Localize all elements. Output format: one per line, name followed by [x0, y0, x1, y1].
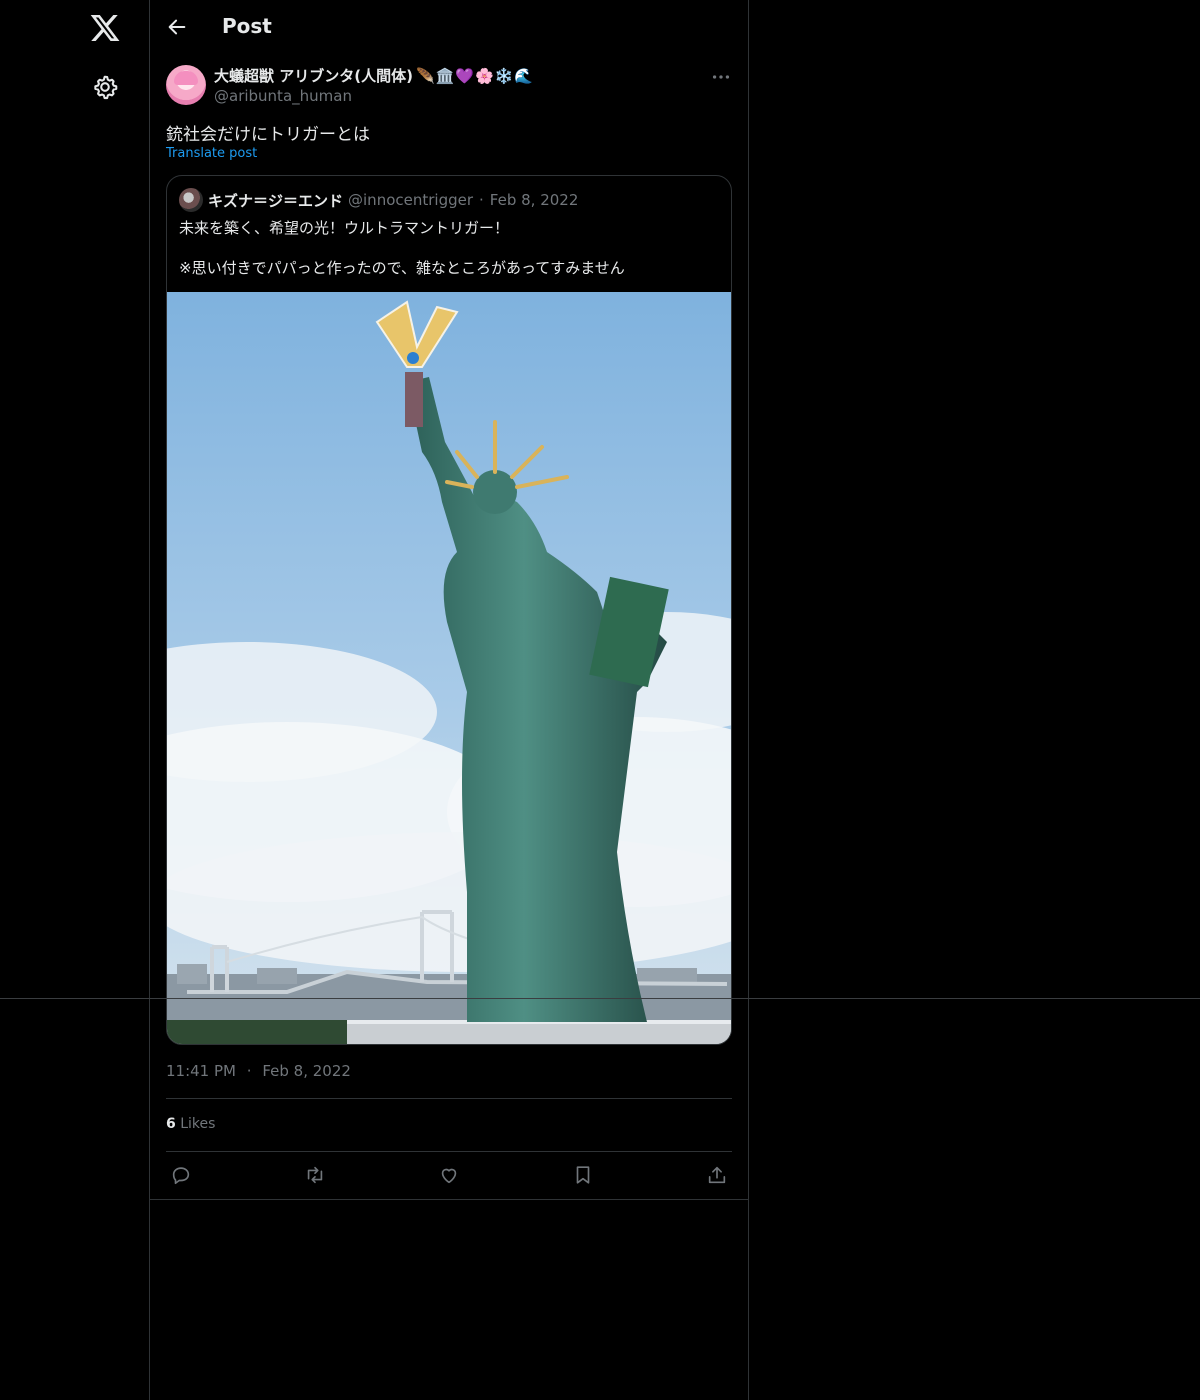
- quoted-avatar: [179, 188, 203, 212]
- avatar[interactable]: [166, 65, 206, 105]
- post-actions: [166, 1162, 732, 1188]
- quoted-display-name: キズナ＝ジ＝エンド: [208, 191, 344, 210]
- post-time: 11:41 PM: [166, 1062, 236, 1080]
- divider: [166, 1098, 732, 1099]
- arrow-left-icon[interactable]: [166, 16, 188, 38]
- translate-post-link[interactable]: Translate post: [166, 146, 257, 161]
- post-date: Feb 8, 2022: [262, 1062, 351, 1080]
- statue-photo[interactable]: [167, 292, 731, 1044]
- share-icon[interactable]: [706, 1164, 728, 1186]
- divider: [166, 1151, 732, 1152]
- likes-link[interactable]: 6 Likes: [166, 1116, 215, 1132]
- repost-icon[interactable]: [304, 1164, 326, 1186]
- author-display-name[interactable]: 大蟻超獣 アリブンタ(人間体): [214, 65, 413, 86]
- bookmark-icon[interactable]: [572, 1164, 594, 1186]
- post-timestamp[interactable]: 11:41 PM · Feb 8, 2022: [166, 1062, 351, 1080]
- author-name-emojis: 🪶🏛️💜🌸❄️🌊: [415, 66, 534, 85]
- quoted-date: Feb 8, 2022: [489, 191, 579, 209]
- quoted-post[interactable]: キズナ＝ジ＝エンド @innocentrigger · Feb 8, 2022 …: [166, 175, 732, 1045]
- separator-dot: ·: [479, 191, 484, 209]
- quoted-text-line: 未来を築く、希望の光！ウルトラマントリガー！: [179, 219, 510, 237]
- heart-icon[interactable]: [438, 1164, 460, 1186]
- left-nav: [0, 0, 150, 1400]
- more-horizontal-icon[interactable]: [710, 66, 732, 88]
- page-title: Post: [222, 14, 272, 38]
- likes-label: Likes: [180, 1116, 216, 1132]
- post-text: 銃社会だけにトリガーとは: [166, 125, 370, 145]
- separator-dot: ·: [246, 1062, 252, 1080]
- quoted-post-header: キズナ＝ジ＝エンド @innocentrigger · Feb 8, 2022: [179, 188, 578, 212]
- quoted-text-line: ※思い付きでパパっと作ったので、雑なところがあってすみません: [179, 259, 625, 277]
- post-author: 大蟻超獣 アリブンタ(人間体) 🪶🏛️💜🌸❄️🌊 @aribunta_human: [166, 64, 732, 108]
- gear-icon[interactable]: [92, 74, 118, 100]
- primary-column: Post 大蟻超獣 アリブンタ(人間体) 🪶🏛️💜🌸❄️🌊 @aribunta_…: [150, 0, 749, 1400]
- page-header: Post: [150, 0, 748, 54]
- author-handle[interactable]: @aribunta_human: [214, 87, 352, 105]
- reply-icon[interactable]: [170, 1164, 192, 1186]
- likes-count: 6: [166, 1116, 176, 1132]
- x-logo-icon[interactable]: [89, 12, 121, 44]
- divider: [0, 998, 1200, 999]
- quoted-handle: @innocentrigger: [348, 191, 474, 209]
- divider: [150, 1199, 748, 1200]
- author-name-row: 大蟻超獣 アリブンタ(人間体) 🪶🏛️💜🌸❄️🌊: [214, 65, 534, 86]
